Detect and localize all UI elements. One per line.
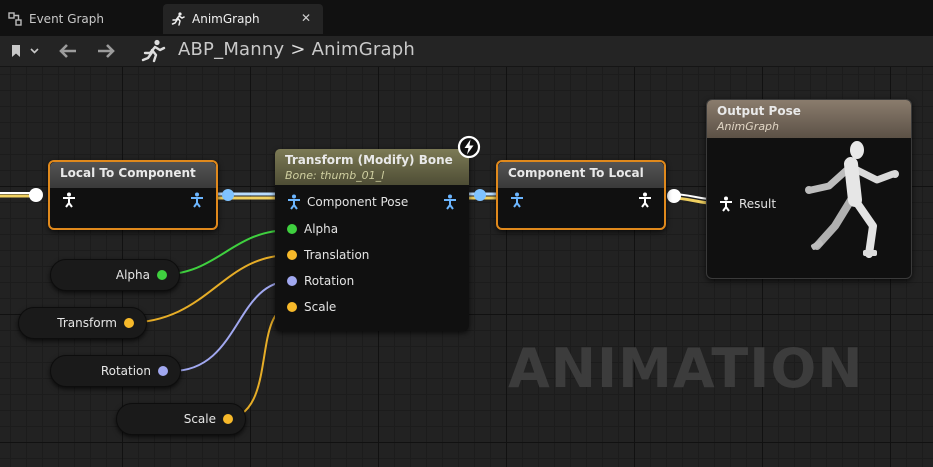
tab-event-graph[interactable]: Event Graph xyxy=(0,4,160,34)
graph-toolbar: ABP_Manny > AnimGraph xyxy=(0,36,933,67)
pin-translation[interactable]: Translation xyxy=(287,248,369,262)
wire-joint xyxy=(474,189,486,201)
pin-result[interactable]: Result xyxy=(719,196,776,212)
pin-label: Alpha xyxy=(304,222,339,236)
pin-scale[interactable]: Scale xyxy=(287,300,336,314)
breadcrumb: ABP_Manny > AnimGraph xyxy=(178,39,415,60)
close-icon[interactable]: ✕ xyxy=(301,11,311,25)
variable-transform-getter[interactable]: Transform xyxy=(18,307,147,339)
float-pin-icon xyxy=(287,224,297,234)
node-local-to-component[interactable]: Local To Component xyxy=(48,160,218,230)
arrow-left-icon xyxy=(59,44,76,58)
rotator-pin-icon[interactable] xyxy=(158,366,168,376)
node-title: Transform (Modify) Bone xyxy=(285,153,453,167)
breadcrumb-graph[interactable]: AnimGraph xyxy=(312,39,415,60)
wire-joint xyxy=(222,189,234,201)
bookmark-icon xyxy=(12,45,39,57)
vector-pin-icon xyxy=(287,250,297,260)
variable-scale-getter[interactable]: Scale xyxy=(116,403,246,435)
forward-button[interactable] xyxy=(95,41,117,61)
running-man-icon xyxy=(171,12,185,26)
node-subtitle: AnimGraph xyxy=(717,120,780,133)
node-title: Local To Component xyxy=(50,162,216,188)
arrow-right-icon xyxy=(98,44,115,58)
variable-label: Rotation xyxy=(100,364,151,378)
pin-component-pose[interactable]: Component Pose xyxy=(287,194,408,210)
vector-pin-icon[interactable] xyxy=(223,414,233,424)
graph-canvas[interactable]: ANIMATION Local To Component Transform (… xyxy=(0,67,933,467)
pose-pin-icon[interactable] xyxy=(510,192,524,208)
variable-rotation-getter[interactable]: Rotation xyxy=(50,355,181,387)
tab-label: AnimGraph xyxy=(192,12,260,26)
pin-alpha[interactable]: Alpha xyxy=(287,222,338,236)
variable-label: Transform xyxy=(57,316,117,330)
node-component-to-local[interactable]: Component To Local xyxy=(496,160,666,230)
wire-joint xyxy=(29,188,43,202)
rotator-pin-icon xyxy=(287,276,297,286)
vector-pin-icon[interactable] xyxy=(124,318,134,328)
event-graph-icon xyxy=(8,12,22,26)
pose-pin-icon[interactable] xyxy=(443,194,457,210)
node-transform-modify-bone[interactable]: Transform (Modify) Bone Bone: thumb_01_l… xyxy=(275,149,469,331)
pin-label: Result xyxy=(739,197,777,211)
tab-animgraph[interactable]: AnimGraph ✕ xyxy=(163,4,323,34)
pose-pin-icon xyxy=(720,196,732,212)
pin-label: Rotation xyxy=(304,274,355,288)
pin-label: Translation xyxy=(304,248,370,262)
variable-label: Scale xyxy=(183,412,216,426)
wire-rotation xyxy=(171,280,292,372)
variable-alpha-getter[interactable]: Alpha xyxy=(50,259,180,291)
vector-pin-icon xyxy=(287,302,297,312)
pose-pin-icon[interactable] xyxy=(62,192,76,208)
back-button[interactable] xyxy=(57,41,79,61)
node-title: Component To Local xyxy=(498,162,664,188)
pose-pin-icon[interactable] xyxy=(190,192,204,208)
breadcrumb-asset[interactable]: ABP_Manny xyxy=(178,39,284,60)
tab-label: Event Graph xyxy=(29,12,104,26)
mannequin-running-icon xyxy=(805,141,899,258)
pin-rotation[interactable]: Rotation xyxy=(287,274,354,288)
node-subtitle: Bone: thumb_01_l xyxy=(285,169,385,182)
variable-label: Alpha xyxy=(115,268,150,282)
bookmark-dropdown-button[interactable] xyxy=(6,41,42,61)
node-output-pose[interactable]: Output Pose AnimGraph Result xyxy=(706,99,912,279)
wire-joint xyxy=(667,189,681,203)
fast-path-lightning-icon xyxy=(457,135,481,159)
pose-pin-icon xyxy=(288,194,300,210)
breadcrumb-separator: > xyxy=(290,39,306,60)
animgraph-type-icon xyxy=(139,38,167,64)
pin-label: Scale xyxy=(304,300,337,314)
pose-pin-icon[interactable] xyxy=(638,192,652,208)
node-title: Output Pose xyxy=(717,104,801,118)
tab-bar: Event Graph AnimGraph ✕ xyxy=(0,0,933,37)
pin-label: Component Pose xyxy=(307,195,409,209)
float-pin-icon[interactable] xyxy=(157,270,167,280)
